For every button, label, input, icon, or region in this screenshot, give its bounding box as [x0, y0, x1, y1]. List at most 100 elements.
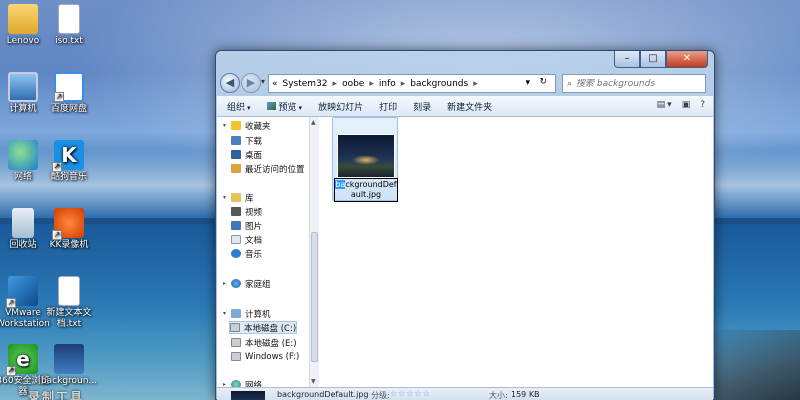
- new-folder-button[interactable]: 新建文件夹: [447, 100, 492, 113]
- nav-item-documents[interactable]: 文档: [231, 233, 262, 246]
- desktop-icon-label: backgroun...: [40, 376, 98, 386]
- burn-button[interactable]: 刻录: [413, 100, 431, 113]
- nav-computer[interactable]: ▾ 计算机: [223, 307, 271, 320]
- image-preview-icon: [266, 101, 276, 110]
- print-button[interactable]: 打印: [379, 100, 397, 113]
- baidu-netdisk-icon: ↗: [54, 72, 84, 102]
- vmware-icon: ↗: [6, 276, 38, 308]
- library-icon: [231, 193, 241, 202]
- nav-item-recent-places[interactable]: 最近访问的位置: [231, 162, 305, 175]
- shortcut-arrow-icon: ↗: [54, 92, 64, 102]
- nav-item-music[interactable]: 音乐: [231, 247, 262, 260]
- organize-menu[interactable]: 组织 ▾: [227, 100, 251, 113]
- nav-item-drive-e[interactable]: 本地磁盘 (E:): [231, 336, 297, 349]
- network-icon: [8, 140, 38, 170]
- explorer-body: ▾ 收藏夹 下载 桌面 最近访问的位置 ▾ 库 视频 图片 文档 音乐 ▸ 家庭组 ▾…: [217, 117, 713, 387]
- expand-arrow-icon[interactable]: ▾: [223, 194, 229, 201]
- expand-arrow-icon[interactable]: ▾: [223, 122, 229, 129]
- scroll-down-icon[interactable]: ▼: [311, 378, 316, 385]
- help-icon[interactable]: ?: [700, 100, 705, 110]
- nav-item-videos[interactable]: 视频: [231, 205, 262, 218]
- music-library-icon: [231, 249, 241, 258]
- preview-label: 预览: [278, 102, 297, 113]
- minimize-button[interactable]: –: [614, 51, 640, 68]
- details-rating-label: 分级:: [371, 391, 390, 400]
- nav-label: 家庭组: [245, 279, 271, 290]
- refresh-icon[interactable]: ↻: [539, 77, 547, 87]
- hard-drive-icon: [231, 352, 241, 361]
- address-history-dropdown-icon[interactable]: ▾: [525, 78, 530, 88]
- scrollbar-thumb[interactable]: [311, 232, 318, 362]
- nav-item-desktop[interactable]: 桌面: [231, 148, 262, 161]
- collapse-arrow-icon[interactable]: ▸: [223, 280, 229, 287]
- preview-pane-icon[interactable]: ▣: [682, 100, 691, 110]
- maximize-button[interactable]: □: [640, 51, 666, 68]
- picture-library-icon: [231, 221, 241, 230]
- change-view-icon[interactable]: ▤: [657, 100, 666, 110]
- nav-item-drive-f[interactable]: Windows (F:): [231, 350, 299, 363]
- image-thumbnail: [337, 134, 395, 178]
- details-pane: backgroundDefault.jpg 分级: ☆☆☆☆☆ 大小: 159 …: [217, 387, 713, 400]
- nav-label: 本地磁盘 (E:): [245, 338, 297, 349]
- star-icon: [231, 121, 241, 130]
- forward-button[interactable]: ▶: [241, 73, 261, 93]
- file-name-rest-text: ckgroundDefault.jpg: [345, 180, 397, 199]
- organize-label: 组织: [227, 102, 246, 113]
- desktop-icon-kk-recorder[interactable]: ↗ KK录像机: [40, 208, 98, 251]
- slideshow-button[interactable]: 放映幻灯片: [318, 100, 363, 113]
- close-button[interactable]: ✕: [666, 51, 708, 68]
- hard-drive-icon: [231, 338, 241, 347]
- address-overflow-icon[interactable]: «: [272, 79, 278, 89]
- search-input[interactable]: [576, 78, 697, 89]
- nav-libraries[interactable]: ▾ 库: [223, 191, 254, 204]
- file-name-edit[interactable]: backgroundDefault.jpg: [335, 180, 397, 200]
- file-list[interactable]: backgroundDefault.jpg: [321, 117, 701, 387]
- explorer-window[interactable]: – □ ✕ ◀ ▶ ▾ « System32 ▸ oobe ▸ info ▸ b…: [215, 50, 715, 400]
- address-separator-icon[interactable]: ▸: [369, 79, 374, 89]
- search-box[interactable]: ⌕: [562, 74, 706, 93]
- desktop-icon-new-text-doc[interactable]: 新建文本文档.txt: [40, 276, 98, 330]
- address-segment-info[interactable]: info: [379, 79, 396, 89]
- preview-menu[interactable]: 预览 ▾: [266, 100, 302, 113]
- address-separator-icon[interactable]: ▸: [473, 79, 478, 89]
- address-segment-system32[interactable]: System32: [283, 79, 328, 89]
- video-library-icon: [231, 207, 241, 216]
- nav-label: 下载: [245, 136, 263, 147]
- nav-label: 视频: [245, 207, 263, 218]
- shortcut-arrow-icon: ↗: [52, 230, 62, 240]
- desktop-icon-label: iso.txt: [55, 36, 83, 46]
- nav-favorites[interactable]: ▾ 收藏夹: [223, 119, 271, 132]
- rating-stars[interactable]: ☆☆☆☆☆: [390, 389, 431, 398]
- navigation-pane: ▾ 收藏夹 下载 桌面 最近访问的位置 ▾ 库 视频 图片 文档 音乐 ▸ 家庭组 ▾…: [217, 117, 309, 387]
- nav-item-drive-c[interactable]: 本地磁盘 (C:): [229, 321, 298, 334]
- address-bar[interactable]: « System32 ▸ oobe ▸ info ▸ backgrounds ▸…: [268, 74, 556, 93]
- text-file-icon: [58, 4, 80, 34]
- back-button[interactable]: ◀: [220, 73, 240, 93]
- address-segment-backgrounds[interactable]: backgrounds: [410, 79, 468, 89]
- recent-pages-dropdown[interactable]: ▾: [261, 77, 265, 86]
- nav-label: Windows (F:): [245, 351, 300, 362]
- navigation-pane-scrollbar[interactable]: ▲ ▼: [309, 117, 319, 387]
- desktop-icon-baidu-netdisk[interactable]: ↗ 百度网盘: [40, 72, 98, 115]
- file-item-background-default[interactable]: backgroundDefault.jpg: [332, 117, 398, 202]
- command-bar: 组织 ▾ 预览 ▾ 放映幻灯片 打印 刻录 新建文件夹 ▤ ▾ ▣ ?: [217, 95, 713, 117]
- nav-label: 文档: [245, 235, 263, 246]
- address-separator-icon[interactable]: ▸: [333, 79, 338, 89]
- hard-drive-icon: [230, 323, 240, 332]
- desktop-icon-background-image[interactable]: backgroun...: [40, 344, 98, 387]
- nav-network[interactable]: ▸ 网络: [223, 378, 262, 387]
- kugou-music-icon: K ↗: [52, 140, 84, 172]
- view-options-dropdown-icon[interactable]: ▾: [667, 100, 672, 110]
- desktop-icon-kugou[interactable]: K ↗ 酷狗音乐: [40, 140, 98, 183]
- navigation-bar: ◀ ▶ ▾ « System32 ▸ oobe ▸ info ▸ backgro…: [220, 73, 710, 95]
- nav-item-downloads[interactable]: 下载: [231, 134, 262, 147]
- address-segment-oobe[interactable]: oobe: [342, 79, 364, 89]
- scroll-up-icon[interactable]: ▲: [311, 119, 316, 126]
- desktop-icon-iso-txt[interactable]: iso.txt: [40, 4, 98, 47]
- desktop-icon-label: KK录像机: [49, 240, 89, 250]
- address-separator-icon[interactable]: ▸: [401, 79, 406, 89]
- nav-homegroup[interactable]: ▸ 家庭组: [223, 277, 271, 290]
- expand-arrow-icon[interactable]: ▾: [223, 310, 229, 317]
- nav-item-pictures[interactable]: 图片: [231, 219, 262, 232]
- folder-icon: [8, 4, 38, 34]
